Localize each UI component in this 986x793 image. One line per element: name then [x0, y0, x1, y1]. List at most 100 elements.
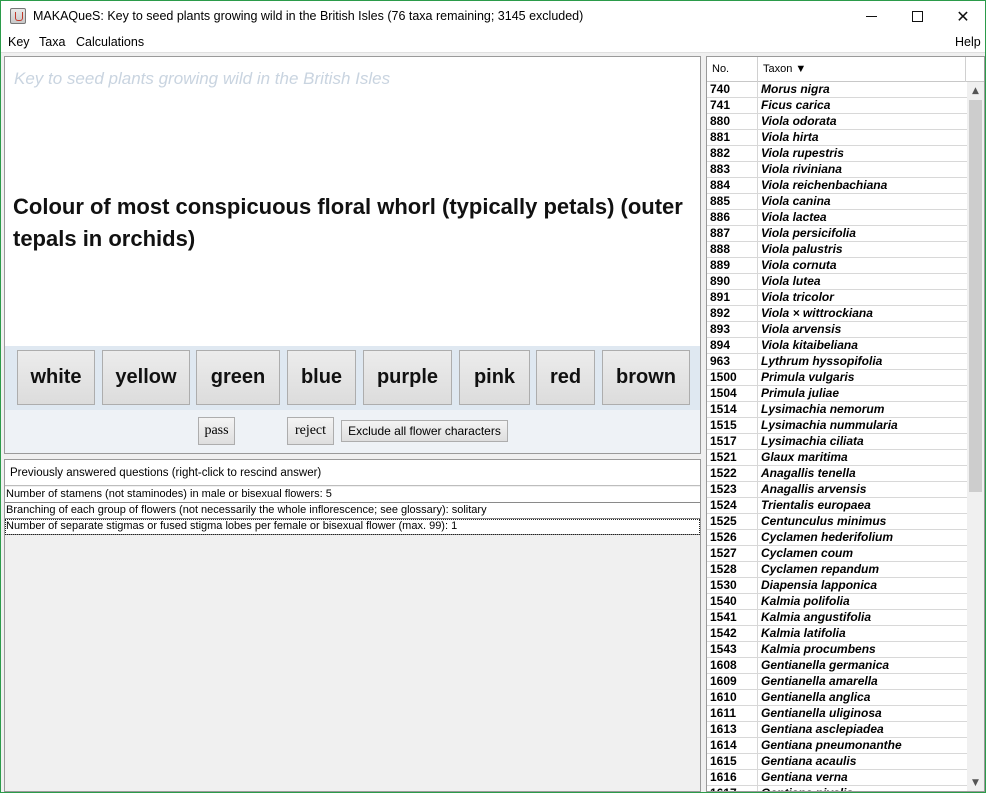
maximize-button[interactable] [894, 1, 940, 32]
table-row[interactable]: 1611 Gentianella uliginosa [707, 706, 967, 722]
table-row[interactable]: 1540 Kalmia polifolia [707, 594, 967, 610]
table-row[interactable]: 884 Viola reichenbachiana [707, 178, 967, 194]
pass-button[interactable]: pass [198, 417, 235, 445]
table-row[interactable]: 1515 Lysimachia nummularia [707, 418, 967, 434]
table-row[interactable]: 894 Viola kitaibeliana [707, 338, 967, 354]
table-row[interactable]: 1517 Lysimachia ciliata [707, 434, 967, 450]
table-row[interactable]: 889 Viola cornuta [707, 258, 967, 274]
table-row[interactable]: 1524 Trientalis europaea [707, 498, 967, 514]
table-row[interactable]: 890 Viola lutea [707, 274, 967, 290]
chevron-down-icon[interactable]: ▼ [967, 774, 984, 791]
taxon-number-cell: 893 [707, 322, 758, 338]
title-bar: MAKAQueS: Key to seed plants growing wil… [1, 1, 985, 32]
table-row[interactable]: 1504 Primula juliae [707, 386, 967, 402]
table-row[interactable]: 885 Viola canina [707, 194, 967, 210]
taxon-name-cell: Gentianella amarella [761, 674, 878, 688]
table-row[interactable]: 1530 Diapensia lapponica [707, 578, 967, 594]
taxon-number-cell: 1610 [707, 690, 758, 706]
table-row[interactable]: 741 Ficus carica [707, 98, 967, 114]
table-row[interactable]: 1527 Cyclamen coum [707, 546, 967, 562]
taxon-name-cell: Gentianella uliginosa [761, 706, 882, 720]
taxon-number-cell: 892 [707, 306, 758, 322]
table-row[interactable]: 1614 Gentiana pneumonanthe [707, 738, 967, 754]
table-row[interactable]: 880 Viola odorata [707, 114, 967, 130]
taxon-name-cell: Ficus carica [761, 98, 831, 112]
previous-answer-item[interactable]: Branching of each group of flowers (not … [5, 503, 700, 519]
taxon-number-cell: 1608 [707, 658, 758, 674]
table-row[interactable]: 888 Viola palustris [707, 242, 967, 258]
taxa-table: No. Taxon ▼ 740 Morus nigra 741 Ficus caric… [706, 56, 985, 792]
table-row[interactable]: 963 Lythrum hyssopifolia [707, 354, 967, 370]
taxon-name-cell: Trientalis europaea [761, 498, 871, 512]
table-row[interactable]: 1541 Kalmia angustifolia [707, 610, 967, 626]
vertical-scrollbar[interactable]: ▲ ▼ [967, 82, 984, 791]
taxon-name-cell: Cyclamen hederifolium [761, 530, 894, 544]
previous-answer-item[interactable]: Number of stamens (not staminodes) in ma… [5, 487, 700, 503]
answer-button-purple[interactable]: purple [363, 350, 452, 405]
taxon-number-cell: 881 [707, 130, 758, 146]
taxon-name-cell: Viola reichenbachiana [761, 178, 888, 192]
table-row[interactable]: 893 Viola arvensis [707, 322, 967, 338]
table-row[interactable]: 881 Viola hirta [707, 130, 967, 146]
table-row[interactable]: 1522 Anagallis tenella [707, 466, 967, 482]
taxon-name-cell: Viola lutea [761, 274, 821, 288]
menu-calculations[interactable]: Calculations [76, 35, 144, 49]
table-row[interactable]: 882 Viola rupestris [707, 146, 967, 162]
taxon-number-cell: 888 [707, 242, 758, 258]
key-heading: Key to seed plants growing wild in the B… [14, 69, 391, 88]
table-row[interactable]: 1617Gentiana nivalis [707, 786, 967, 791]
taxon-number-cell: 883 [707, 162, 758, 178]
table-row[interactable]: 1528 Cyclamen repandum [707, 562, 967, 578]
reject-button[interactable]: reject [287, 417, 334, 445]
answer-button-red[interactable]: red [536, 350, 595, 405]
java-cup-icon[interactable] [10, 8, 26, 24]
table-row[interactable]: 1616 Gentiana verna [707, 770, 967, 786]
column-header-no[interactable]: No. [707, 57, 758, 82]
table-row[interactable]: 1525 Centunculus minimus [707, 514, 967, 530]
answer-button-white[interactable]: white [17, 350, 95, 405]
chevron-up-icon[interactable]: ▲ [967, 82, 984, 99]
table-row[interactable]: 891 Viola tricolor [707, 290, 967, 306]
answer-button-pink[interactable]: pink [459, 350, 530, 405]
previous-answer-item[interactable]: Number of separate stigmas or fused stig… [5, 519, 700, 535]
taxon-name-cell: Gentianella anglica [761, 690, 871, 704]
close-button[interactable]: ✕ [940, 1, 986, 32]
table-row[interactable]: 1521 Glaux maritima [707, 450, 967, 466]
menu-key[interactable]: Key [8, 35, 30, 49]
table-row[interactable]: 740 Morus nigra [707, 82, 967, 98]
table-row[interactable]: 1523 Anagallis arvensis [707, 482, 967, 498]
answer-button-blue[interactable]: blue [287, 350, 356, 405]
taxon-number-cell: 1540 [707, 594, 758, 610]
table-row[interactable]: 883 Viola riviniana [707, 162, 967, 178]
minimize-icon [865, 16, 877, 17]
table-row[interactable]: 892 Viola × wittrockiana [707, 306, 967, 322]
taxon-number-cell: 1522 [707, 466, 758, 482]
table-row[interactable]: 1526 Cyclamen hederifolium [707, 530, 967, 546]
table-row[interactable]: 1610 Gentianella anglica [707, 690, 967, 706]
table-row[interactable]: 1542 Kalmia latifolia [707, 626, 967, 642]
answer-button-brown[interactable]: brown [602, 350, 690, 405]
table-row[interactable]: 887 Viola persicifolia [707, 226, 967, 242]
table-row[interactable]: 1514 Lysimachia nemorum [707, 402, 967, 418]
column-header-taxon[interactable]: Taxon ▼ [758, 57, 966, 82]
table-row[interactable]: 886 Viola lactea [707, 210, 967, 226]
menu-taxa[interactable]: Taxa [39, 35, 65, 49]
menu-bar: Key Taxa Calculations Help [1, 32, 985, 53]
table-row[interactable]: 1615 Gentiana acaulis [707, 754, 967, 770]
taxon-number-cell: 963 [707, 354, 758, 370]
answer-button-green[interactable]: green [196, 350, 280, 405]
minimize-button[interactable] [848, 1, 894, 32]
table-row[interactable]: 1609 Gentianella amarella [707, 674, 967, 690]
answer-button-yellow[interactable]: yellow [102, 350, 190, 405]
taxon-name-cell: Viola canina [761, 194, 831, 208]
table-row[interactable]: 1543 Kalmia procumbens [707, 642, 967, 658]
taxon-number-cell: 1611 [707, 706, 758, 722]
menu-help[interactable]: Help [955, 35, 981, 49]
exclude-flower-characters-button[interactable]: Exclude all flower characters [341, 420, 508, 442]
table-row[interactable]: 1500 Primula vulgaris [707, 370, 967, 386]
taxon-number-cell: 884 [707, 178, 758, 194]
table-row[interactable]: 1608 Gentianella germanica [707, 658, 967, 674]
table-row[interactable]: 1613 Gentiana asclepiadea [707, 722, 967, 738]
taxon-number-cell: 1609 [707, 674, 758, 690]
scroll-thumb[interactable] [969, 100, 982, 492]
